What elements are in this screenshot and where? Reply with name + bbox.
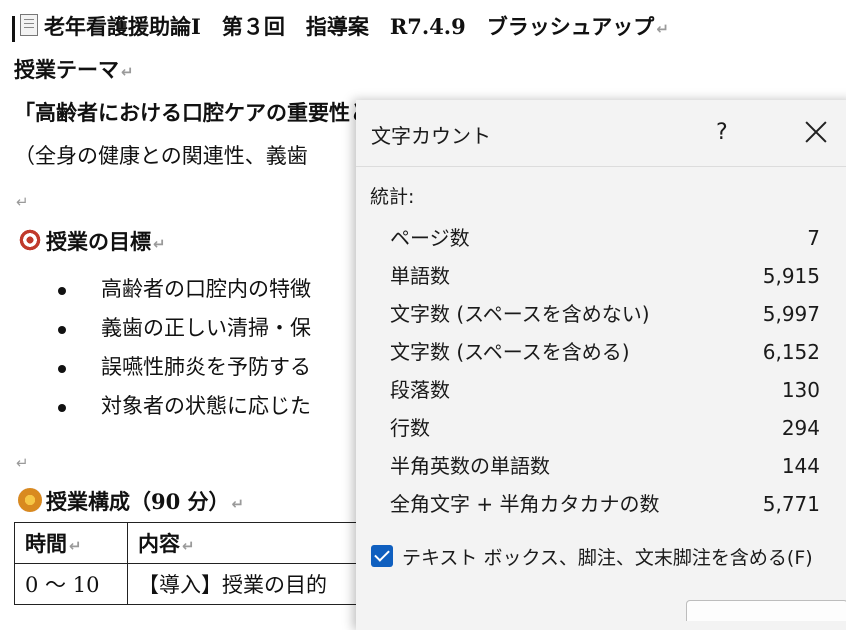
goals-heading: 授業の目標 [46,229,151,254]
theme-heading-line: 授業テーマ ↵ [14,56,134,86]
bullet-icon [58,287,66,295]
bullet-icon [58,404,66,412]
goal-item: 対象者の状態に応じた [101,394,311,418]
stat-row: ページ数 7 [390,220,820,256]
table-header-cell: 時間 ↵ [14,522,128,564]
stat-label: 全角文字 + 半角カタカナの数 [390,492,660,516]
stat-label: 文字数 (スペースを含める) [390,340,630,364]
stat-row: 文字数 (スペースを含める) 6,152 [390,334,820,370]
goal-item: 義歯の正しい清掃・保 [101,316,311,340]
word-count-dialog: 文字カウント ? 統計: ページ数 7 単語数 5,915 文字数 (スペースを含め… [356,100,846,630]
stat-label: 文字数 (スペースを含めない) [390,302,650,326]
theme-heading: 授業テーマ [14,57,119,82]
structure-heading-line: 授業構成（90 分） ↵ [18,488,244,518]
empty-paragraph: ↵ [14,186,29,216]
stat-value: 5,997 [762,302,820,326]
paragraph-mark: ↵ [121,63,134,81]
stat-row: 行数 294 [390,410,820,446]
paragraph-mark: ↵ [16,454,29,472]
stat-label: 単語数 [390,264,450,288]
goals-heading-line: 授業の目標 ↵ [18,228,166,258]
divider [356,166,846,167]
stat-row: 単語数 5,915 [390,258,820,294]
goal-item: 誤嚥性肺炎を予防する [101,355,311,379]
paragraph-mark: ↵ [231,495,245,513]
stat-value: 144 [781,454,820,478]
compass-icon [18,488,42,512]
bullet-icon [58,326,66,334]
stats-label: 統計: [370,186,415,208]
stat-row: 段落数 130 [390,372,820,408]
doc-title: 老年看護援助論Ⅰ 第３回 指導案 R7.4.9 ブラッシュアップ [44,14,655,39]
help-button[interactable]: ? [716,120,728,145]
target-icon [18,228,42,252]
goal-item: 高齢者の口腔内の特徴 [101,277,311,301]
stat-label: 段落数 [390,378,450,402]
stat-label: 行数 [390,416,430,440]
cursor-bar [12,16,15,42]
theme-sub: （全身の健康との関連性、義歯 [14,144,308,168]
paragraph-mark: ↵ [656,20,669,38]
stat-value: 130 [781,378,820,402]
stat-value: 294 [781,416,820,440]
paragraph-mark: ↵ [153,235,166,253]
stat-label: 半角英数の単語数 [390,454,550,478]
stat-value: 6,152 [762,340,820,364]
stat-value: 5,915 [762,264,820,288]
include-textboxes-label[interactable]: テキスト ボックス、脚注、文末脚注を含める(F) [402,543,813,570]
stat-value: 7 [807,226,820,250]
stat-label: ページ数 [390,226,470,250]
dialog-title: 文字カウント [371,124,491,148]
stat-row: 全角文字 + 半角カタカナの数 5,771 [390,486,820,522]
bullet-icon [58,365,66,373]
paragraph-mark: ↵ [16,193,29,211]
stat-value: 5,771 [762,492,820,516]
doc-title-line: 老年看護援助論Ⅰ 第３回 指導案 R7.4.9 ブラッシュアップ ↵ [20,13,669,43]
close-icon[interactable] [804,120,828,144]
structure-heading: 授業構成（90 分） [46,489,230,514]
include-textboxes-checkbox[interactable] [371,545,393,567]
memo-icon [20,14,38,36]
stat-row: 半角英数の単語数 144 [390,448,820,484]
stat-row: 文字数 (スペースを含めない) 5,997 [390,296,820,332]
empty-paragraph: ↵ [14,447,29,477]
table-cell: 0 ～ 10 [14,563,128,605]
